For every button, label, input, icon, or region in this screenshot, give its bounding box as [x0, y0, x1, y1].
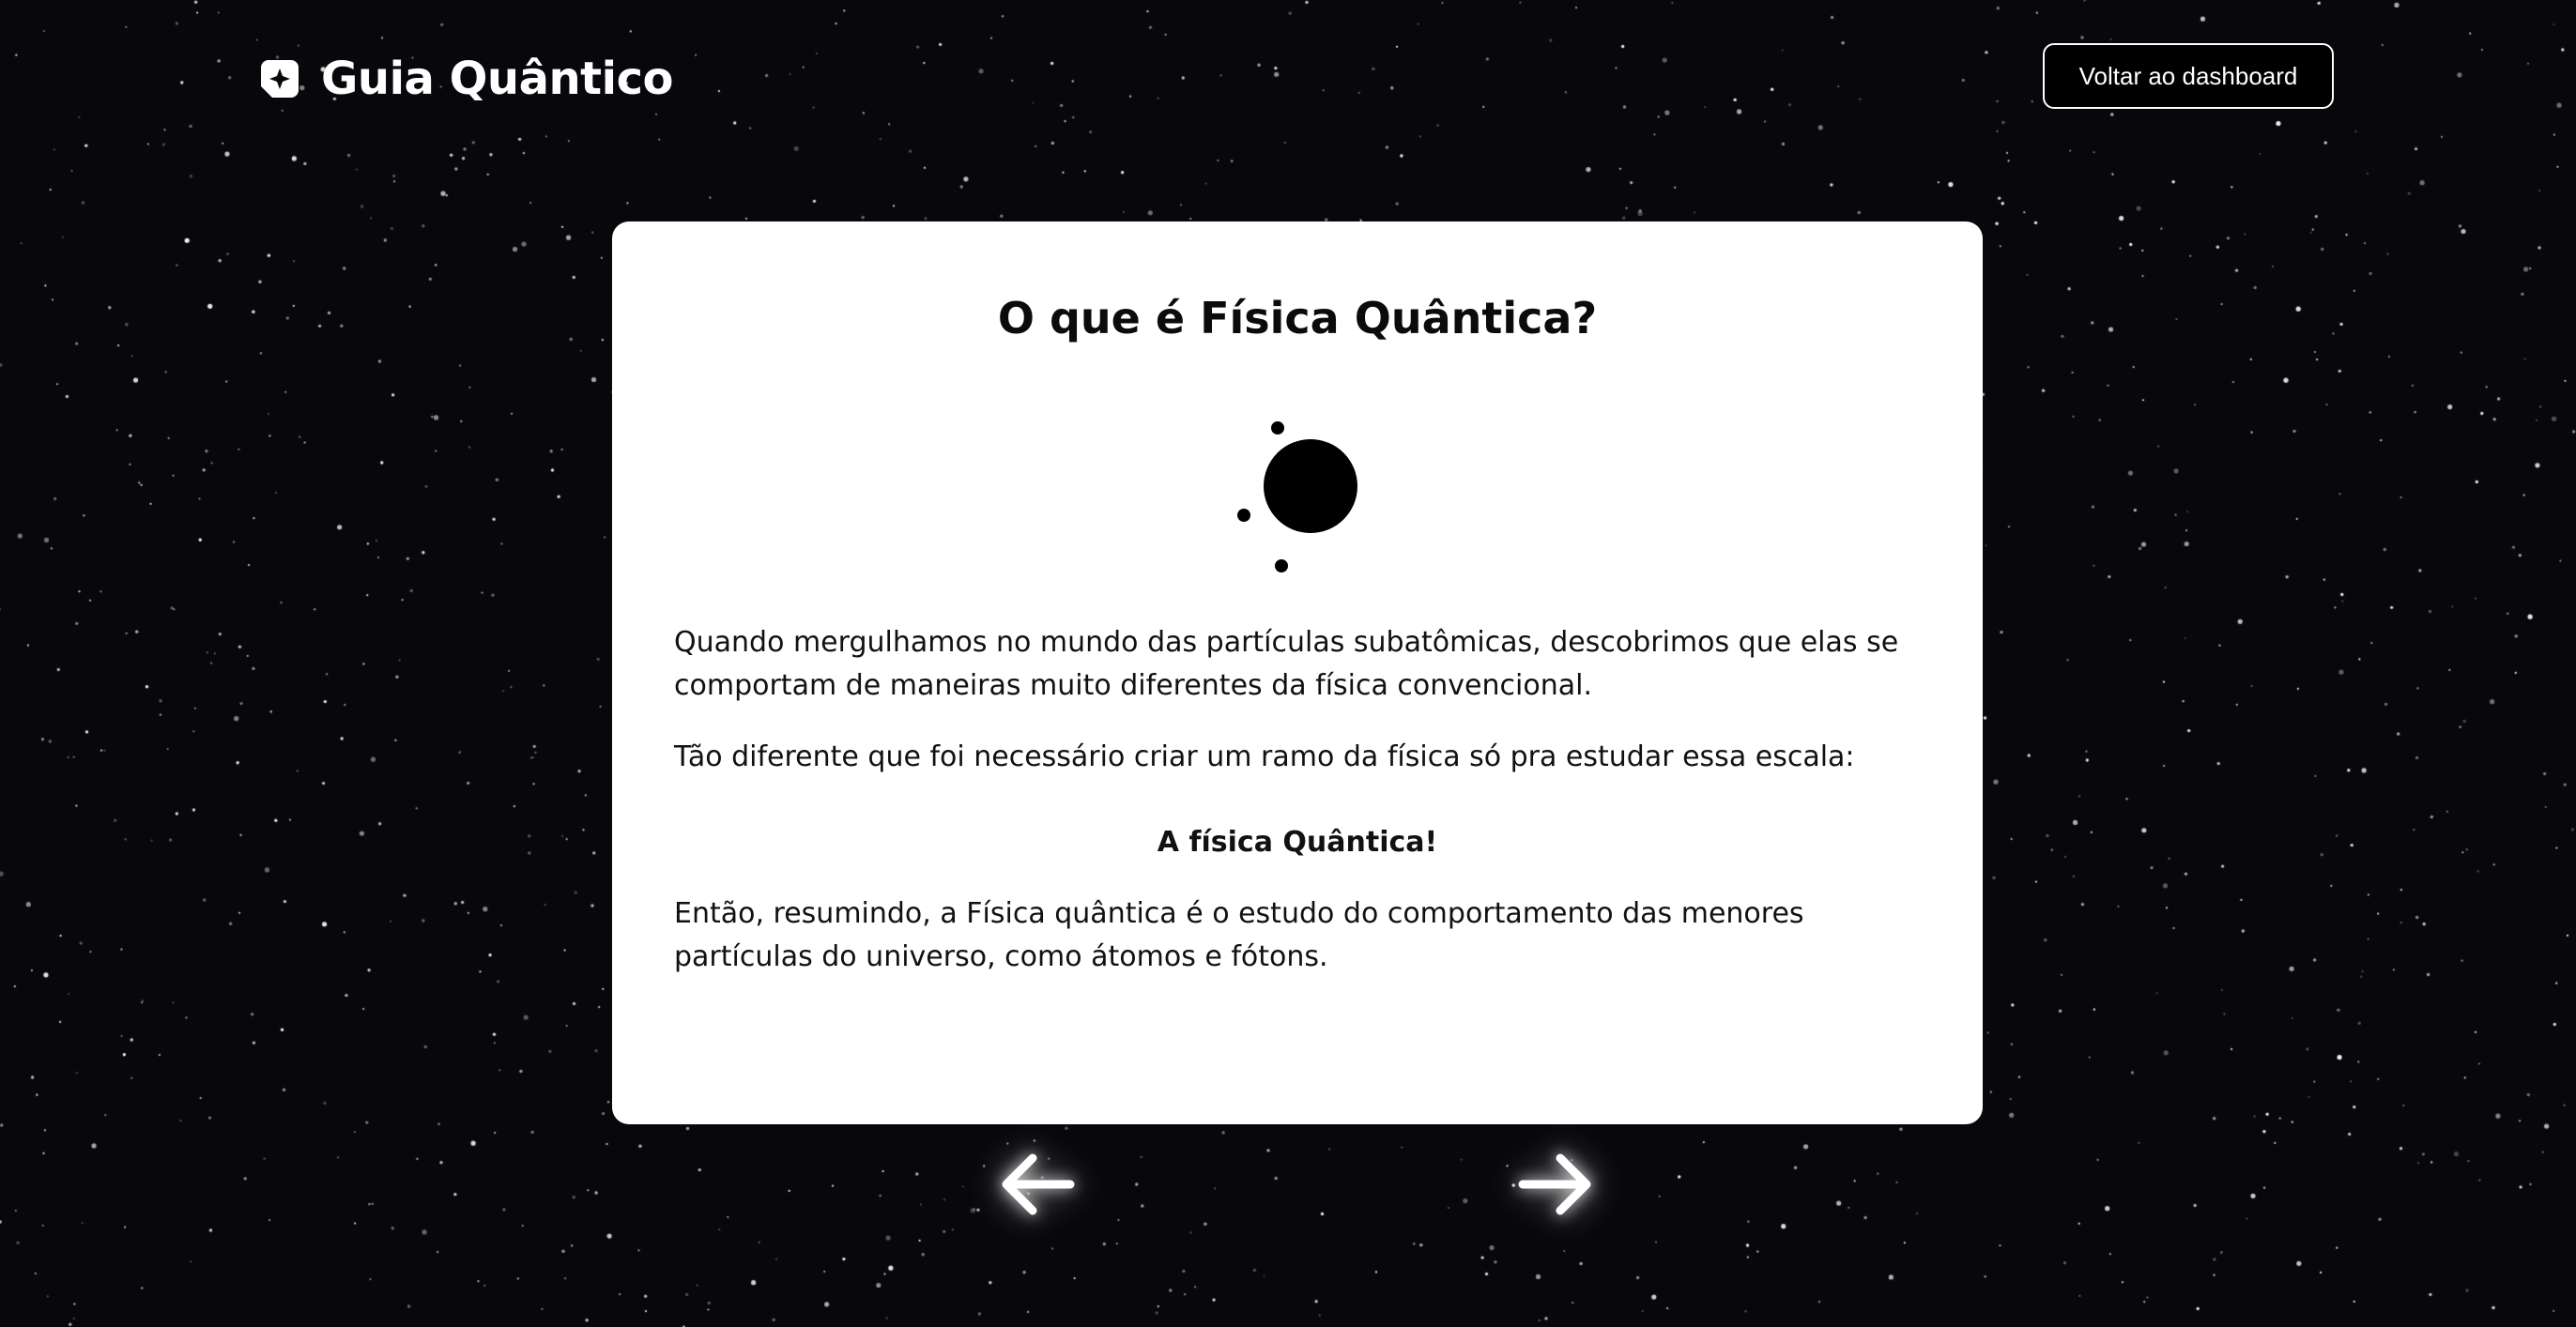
- next-button[interactable]: [1515, 1149, 1596, 1220]
- brand-name: Guia Quântico: [321, 53, 674, 105]
- back-to-dashboard-button[interactable]: Voltar ao dashboard: [2043, 43, 2334, 109]
- lesson-highlight: A física Quântica!: [1157, 826, 1438, 859]
- lesson-card: O que é Física Quântica? Quando mergulha…: [612, 221, 1983, 1124]
- lesson-paragraph: Quando mergulhamos no mundo das partícul…: [674, 626, 1899, 702]
- lesson-paragraph: Tão diferente que foi necessário criar u…: [674, 740, 1855, 773]
- arrow-right-icon: [1518, 1153, 1591, 1215]
- atom-icon: [1237, 421, 1357, 572]
- sparkle-badge-icon: [259, 58, 300, 99]
- lesson-paragraph: Então, resumindo, a Física quântica é o …: [674, 897, 1804, 973]
- previous-button[interactable]: [997, 1149, 1078, 1220]
- lesson-title: O que é Física Quântica?: [997, 293, 1598, 343]
- arrow-left-icon: [1002, 1153, 1075, 1215]
- brand[interactable]: Guia Quântico: [259, 53, 674, 105]
